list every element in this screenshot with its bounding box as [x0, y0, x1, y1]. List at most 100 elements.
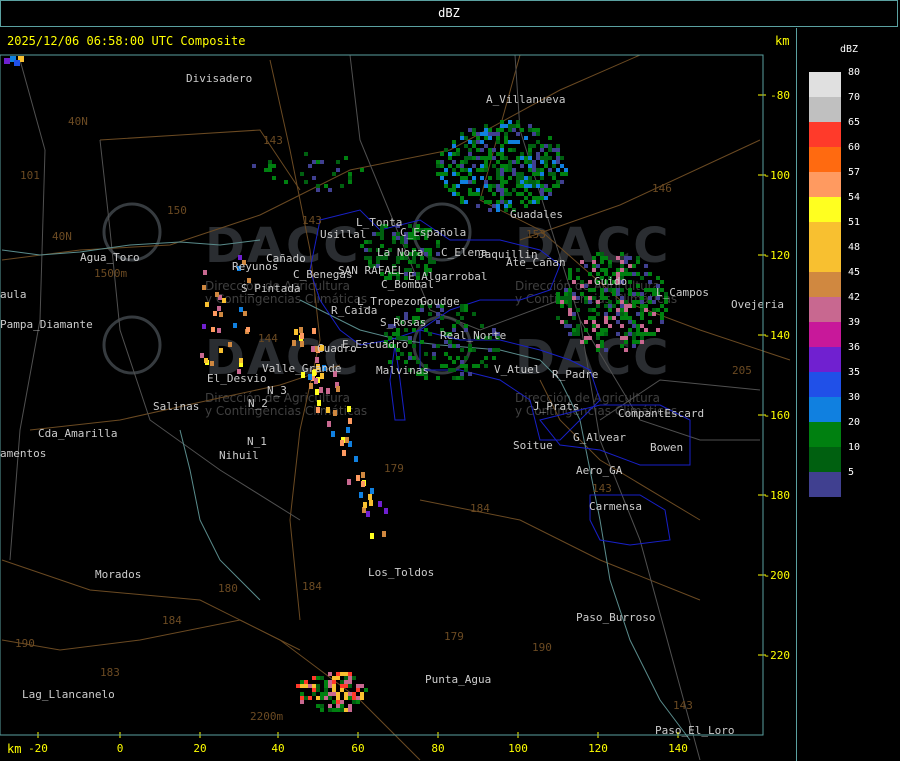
echo-cell: [496, 184, 500, 188]
echo-cell: [440, 160, 444, 164]
echo-cell: [432, 260, 436, 264]
km-unit-label: km: [7, 742, 22, 756]
legend-label: 70: [848, 92, 861, 103]
echo-cell: [336, 386, 340, 392]
echo-cell: [544, 188, 548, 192]
echo-cell: [328, 708, 332, 712]
echo-cell: [316, 184, 320, 188]
echo-cell: [620, 316, 624, 320]
echo-cell: [272, 176, 276, 180]
echo-cell: [344, 696, 348, 700]
echo-cell: [210, 361, 214, 366]
echo-cell: [500, 200, 504, 204]
echo-cell: [628, 328, 632, 332]
echo-cell: [596, 312, 600, 316]
echo-cell: [436, 244, 440, 248]
echo-cell: [436, 160, 440, 164]
echo-cell: [660, 316, 664, 320]
echo-cell: [359, 492, 363, 498]
echo-cell: [332, 692, 336, 696]
echo-cell: [468, 168, 472, 172]
echo-cell: [484, 184, 488, 188]
echo-cell: [568, 324, 572, 328]
echo-cell: [268, 160, 272, 164]
echo-cell: [584, 328, 588, 332]
echo-cell: [448, 164, 452, 168]
place-label: R_Padre: [552, 368, 598, 381]
echo-cell: [500, 120, 504, 124]
echo-cell: [576, 296, 580, 300]
echo-cell: [652, 312, 656, 316]
echo-cell: [624, 304, 628, 308]
echo-cell: [632, 336, 636, 340]
place-label: 144: [258, 332, 278, 345]
echo-cell: [608, 304, 612, 308]
echo-cell: [636, 332, 640, 336]
echo-cell: [528, 144, 532, 148]
echo-cell: [496, 188, 500, 192]
echo-cell: [600, 288, 604, 292]
echo-cell: [584, 264, 588, 268]
echo-cell: [476, 204, 480, 208]
echo-cell: [222, 298, 226, 303]
echo-cell: [468, 192, 472, 196]
echo-cell: [239, 307, 243, 312]
echo-cell: [512, 172, 516, 176]
echo-cell: [628, 264, 632, 268]
echo-cell: [480, 360, 484, 364]
echo-cell: [528, 184, 532, 188]
echo-cell: [480, 164, 484, 168]
echo-cell: [568, 300, 572, 304]
echo-cell: [468, 180, 472, 184]
echo-cell: [516, 192, 520, 196]
x-tick-label: 60: [351, 742, 364, 755]
echo-cell: [528, 164, 532, 168]
echo-cell: [488, 128, 492, 132]
echo-cell: [624, 256, 628, 260]
echo-cell: [648, 300, 652, 304]
echo-cell: [532, 172, 536, 176]
echo-cell: [356, 475, 360, 481]
echo-cell: [328, 704, 332, 708]
echo-cell: [460, 168, 464, 172]
echo-cell: [624, 308, 628, 312]
echo-cell: [252, 164, 256, 168]
echo-cell: [536, 196, 540, 200]
echo-cell: [336, 696, 340, 700]
echo-cell: [476, 192, 480, 196]
echo-cell: [508, 192, 512, 196]
echo-cell: [205, 302, 209, 307]
echo-cell: [460, 164, 464, 168]
echo-cell: [548, 188, 552, 192]
place-label: Aero_GA: [576, 464, 623, 477]
echo-cell: [464, 304, 468, 308]
map-canvas: Divisadero A_Villanueva Guadales UsillalL_T…: [0, 54, 791, 761]
legend-label: 51: [848, 217, 861, 228]
echo-cell: [552, 164, 556, 168]
echo-cell: [202, 324, 206, 329]
echo-cell: [540, 188, 544, 192]
echo-cell: [536, 168, 540, 172]
echo-cell: [396, 332, 400, 336]
echo-cell: [484, 164, 488, 168]
echo-cell: [584, 336, 588, 340]
echo-cell: [492, 148, 496, 152]
echo-cell: [596, 252, 600, 256]
place-label: Paso_Burroso: [576, 611, 655, 624]
place-label: 190: [15, 637, 35, 650]
echo-cell: [624, 332, 628, 336]
echo-cell: [604, 316, 608, 320]
echo-cell: [488, 148, 492, 152]
echo-cell: [596, 304, 600, 308]
echo-cell: [588, 280, 592, 284]
echo-cell: [568, 276, 572, 280]
echo-cell: [312, 328, 316, 334]
echo-cell: [456, 356, 460, 360]
echo-cell: [504, 156, 508, 160]
echo-cell: [568, 304, 572, 308]
echo-cell: [492, 204, 496, 208]
echo-cell: [380, 232, 384, 236]
echo-cell: [504, 180, 508, 184]
echo-cell: [492, 156, 496, 160]
echo-cell: [636, 260, 640, 264]
